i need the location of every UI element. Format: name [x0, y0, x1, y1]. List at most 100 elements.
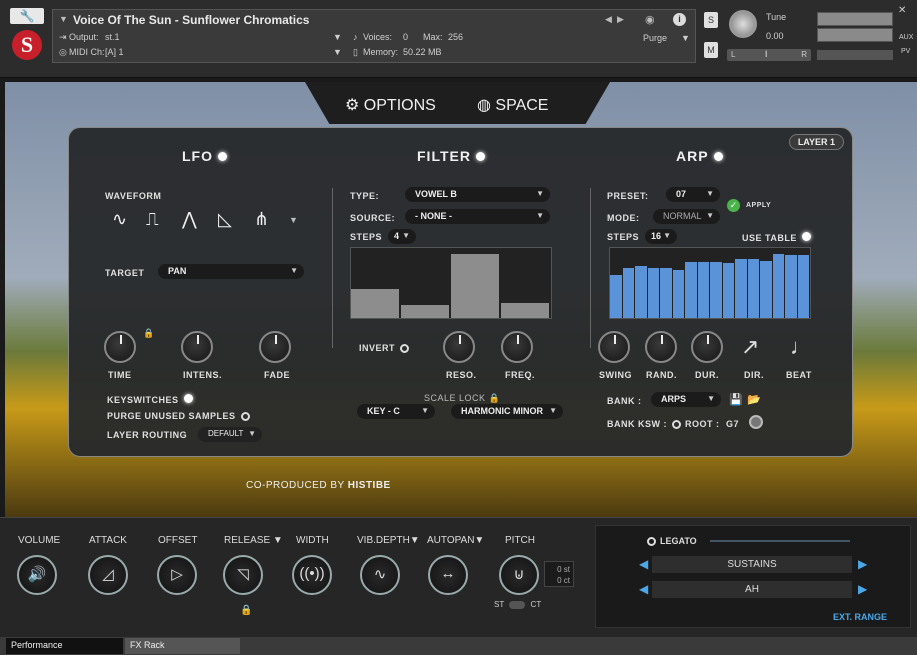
vowel-selector[interactable]: AH	[652, 581, 852, 598]
root-learn-icon[interactable]	[749, 415, 763, 429]
articulation-selector[interactable]: SUSTAINS	[652, 556, 852, 573]
release-label[interactable]: RELEASE ▼	[224, 535, 283, 546]
purge-dropdown-icon[interactable]: ▼	[681, 33, 690, 43]
output-dropdown-icon[interactable]: ▼	[333, 32, 342, 42]
step-bar[interactable]	[451, 253, 499, 318]
purge-unused-toggle[interactable]: PURGE UNUSED SAMPLES	[107, 411, 250, 422]
step-bar[interactable]	[401, 305, 449, 318]
step-bar[interactable]	[672, 270, 684, 318]
filter-steps-value[interactable]: 4	[388, 229, 416, 244]
prev-vowel-icon[interactable]: ◀	[639, 582, 648, 596]
arp-step-sequencer[interactable]	[609, 247, 811, 319]
layer-routing-dropdown[interactable]: DEFAULT	[198, 427, 262, 442]
instrument-title[interactable]: Voice Of The Sun - Sunflower Chromatics	[73, 13, 309, 27]
mode-dropdown[interactable]: NORMAL	[653, 209, 720, 224]
folder-icon[interactable]: 📂	[747, 393, 761, 406]
filter-toggle[interactable]	[475, 152, 485, 161]
pitch-readout[interactable]: 0 st 0 ct	[544, 561, 574, 587]
pan-handle-icon[interactable]: ǀ	[765, 49, 767, 59]
prev-instrument-icon[interactable]: ◀	[605, 14, 612, 25]
arp-header[interactable]: ARP	[676, 148, 723, 164]
step-bar[interactable]	[685, 262, 697, 318]
duration-knob[interactable]	[691, 331, 723, 363]
next-articulation-icon[interactable]: ▶	[858, 557, 867, 571]
use-table-toggle[interactable]: USE TABLE	[742, 232, 811, 243]
step-bar[interactable]	[635, 265, 647, 318]
lock-icon[interactable]: 🔒	[240, 605, 252, 616]
random-wave-icon[interactable]: ⋔	[254, 209, 269, 230]
info-icon[interactable]: i	[673, 13, 686, 26]
next-instrument-icon[interactable]: ▶	[617, 14, 624, 25]
tune-knob[interactable]	[729, 10, 757, 38]
pan-slider[interactable]: L ǀ R	[727, 49, 811, 61]
step-bar[interactable]	[647, 267, 659, 318]
st-ct-switch[interactable]: ST CT	[494, 600, 541, 609]
step-bar[interactable]	[772, 253, 784, 318]
bank-dropdown[interactable]: ARPS	[651, 392, 721, 407]
square-wave-icon[interactable]: ⎍	[146, 209, 159, 230]
waveform-dropdown-icon[interactable]: ▼	[289, 215, 298, 225]
autopan-knob[interactable]: ↔	[428, 555, 468, 595]
preset-dropdown[interactable]: 07	[666, 187, 720, 202]
pitch-knob[interactable]: ⊍	[499, 555, 539, 595]
wrench-icon[interactable]: 🔧	[10, 8, 44, 24]
legato-toggle[interactable]: LEGATO	[647, 536, 697, 547]
resonance-knob[interactable]	[443, 331, 475, 363]
arp-toggle[interactable]	[713, 152, 723, 161]
step-bar[interactable]	[710, 262, 722, 318]
mute-button[interactable]: M	[704, 42, 718, 58]
keyswitches-toggle[interactable]: KEYSWITCHES	[107, 394, 193, 405]
tab-space[interactable]: ◍ SPACE	[477, 95, 548, 115]
step-bar[interactable]	[610, 274, 622, 318]
volume-slider[interactable]	[817, 50, 893, 60]
tune-value[interactable]: 0.00	[766, 31, 784, 41]
attack-knob[interactable]: ◿	[88, 555, 128, 595]
triangle-wave-icon[interactable]: ⋀	[182, 209, 197, 230]
volume-knob[interactable]: 🔊	[17, 555, 57, 595]
step-bar[interactable]	[760, 260, 772, 318]
camera-icon[interactable]: ◉	[645, 13, 655, 26]
scale-dropdown[interactable]: HARMONIC MINOR	[451, 404, 563, 419]
bank-ksw-toggle[interactable]: BANK KSW :	[607, 419, 681, 430]
swing-knob[interactable]	[598, 331, 630, 363]
step-bar[interactable]	[735, 258, 747, 318]
close-icon[interactable]: ✕	[898, 5, 906, 16]
offset-knob[interactable]: ▷	[157, 555, 197, 595]
lfo-header[interactable]: LFO	[182, 148, 227, 164]
beat-note-icon[interactable]: ♩	[790, 334, 812, 360]
pv-label[interactable]: PV	[901, 48, 910, 55]
step-bar[interactable]	[722, 263, 734, 318]
step-bar[interactable]	[622, 267, 634, 318]
layer-selector[interactable]: LAYER 1	[788, 134, 844, 150]
step-bar[interactable]	[351, 288, 399, 318]
tab-options[interactable]: ⚙ OPTIONS	[345, 95, 436, 115]
output-value[interactable]: st.1	[105, 32, 120, 42]
midi-dropdown-icon[interactable]: ▼	[333, 47, 342, 57]
lock-icon[interactable]: 🔒	[143, 328, 154, 339]
tab-fx-rack[interactable]: FX Rack	[125, 638, 240, 654]
legato-slider[interactable]	[710, 540, 850, 542]
next-vowel-icon[interactable]: ▶	[858, 582, 867, 596]
key-dropdown[interactable]: KEY - C	[357, 404, 435, 419]
saw-wave-icon[interactable]: ◺	[218, 209, 232, 230]
purge-button[interactable]: Purge	[643, 33, 667, 43]
root-value[interactable]: G7	[726, 419, 739, 429]
scale-lock-label[interactable]: SCALE LOCK 🔒	[424, 393, 500, 404]
step-bar[interactable]	[660, 267, 672, 318]
step-bar[interactable]	[747, 258, 759, 318]
vib-depth-knob[interactable]: ∿	[360, 555, 400, 595]
aux-label[interactable]: AUX	[899, 34, 913, 41]
width-knob[interactable]: ((•))	[292, 555, 332, 595]
ext-range-button[interactable]: EXT. RANGE	[833, 612, 887, 622]
invert-toggle[interactable]: INVERT	[359, 343, 410, 354]
filter-header[interactable]: FILTER	[417, 148, 485, 164]
max-value[interactable]: 256	[448, 32, 463, 42]
arp-steps-value[interactable]: 16	[645, 229, 677, 244]
filter-type-dropdown[interactable]: VOWEL B	[405, 187, 550, 202]
autopan-label[interactable]: AUTOPAN▼	[427, 535, 484, 546]
frequency-knob[interactable]	[501, 331, 533, 363]
step-bar[interactable]	[797, 255, 809, 318]
sine-wave-icon[interactable]: ∿	[112, 209, 127, 230]
lfo-fade-knob[interactable]	[259, 331, 291, 363]
apply-button[interactable]: APPLY	[746, 202, 771, 209]
